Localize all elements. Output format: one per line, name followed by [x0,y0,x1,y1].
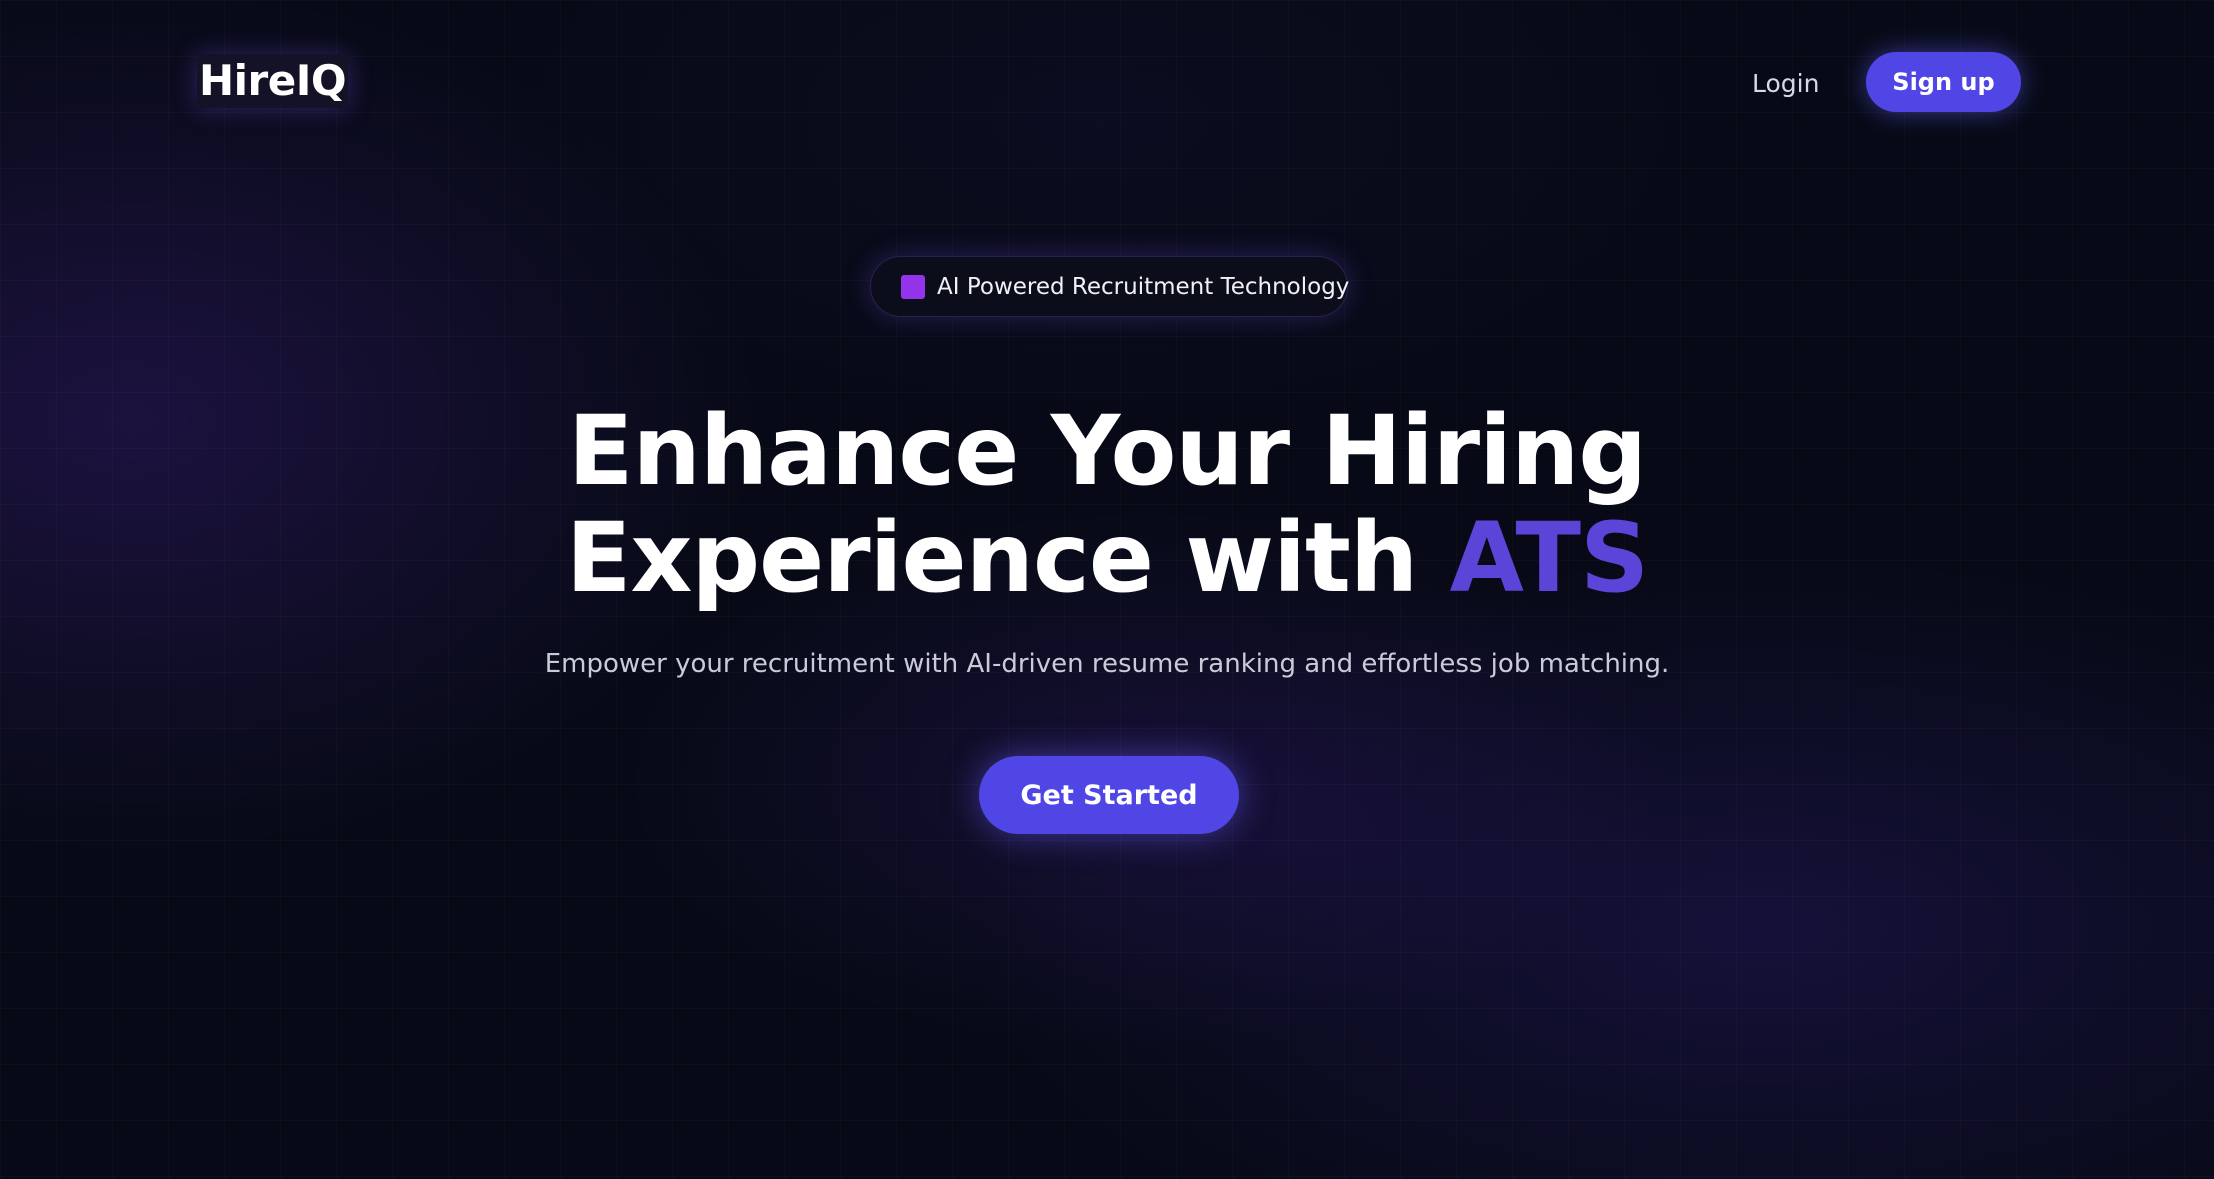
signup-button[interactable]: Sign up [1866,52,2021,112]
login-link[interactable]: Login [1752,64,1819,104]
headline-prefix: Experience with [565,502,1450,614]
headline-accent: ATS [1449,502,1649,614]
hero-headline-line-2: Experience with ATS [0,503,2214,613]
hero-subtitle: Empower your recruitment with AI-driven … [544,649,1670,679]
badge-label: AI Powered Recruitment Technology [937,273,1350,300]
logo[interactable]: HireIQ [197,54,349,108]
get-started-button[interactable]: Get Started [979,756,1239,834]
hero-headline-line-1: Enhance Your Hiring [567,395,1647,507]
purple-square-icon [901,274,925,299]
hero-badge: AI Powered Recruitment Technology [870,256,1350,317]
landing-page: HireIQ Login Sign up AI Powered Recruitm… [0,0,2214,1179]
